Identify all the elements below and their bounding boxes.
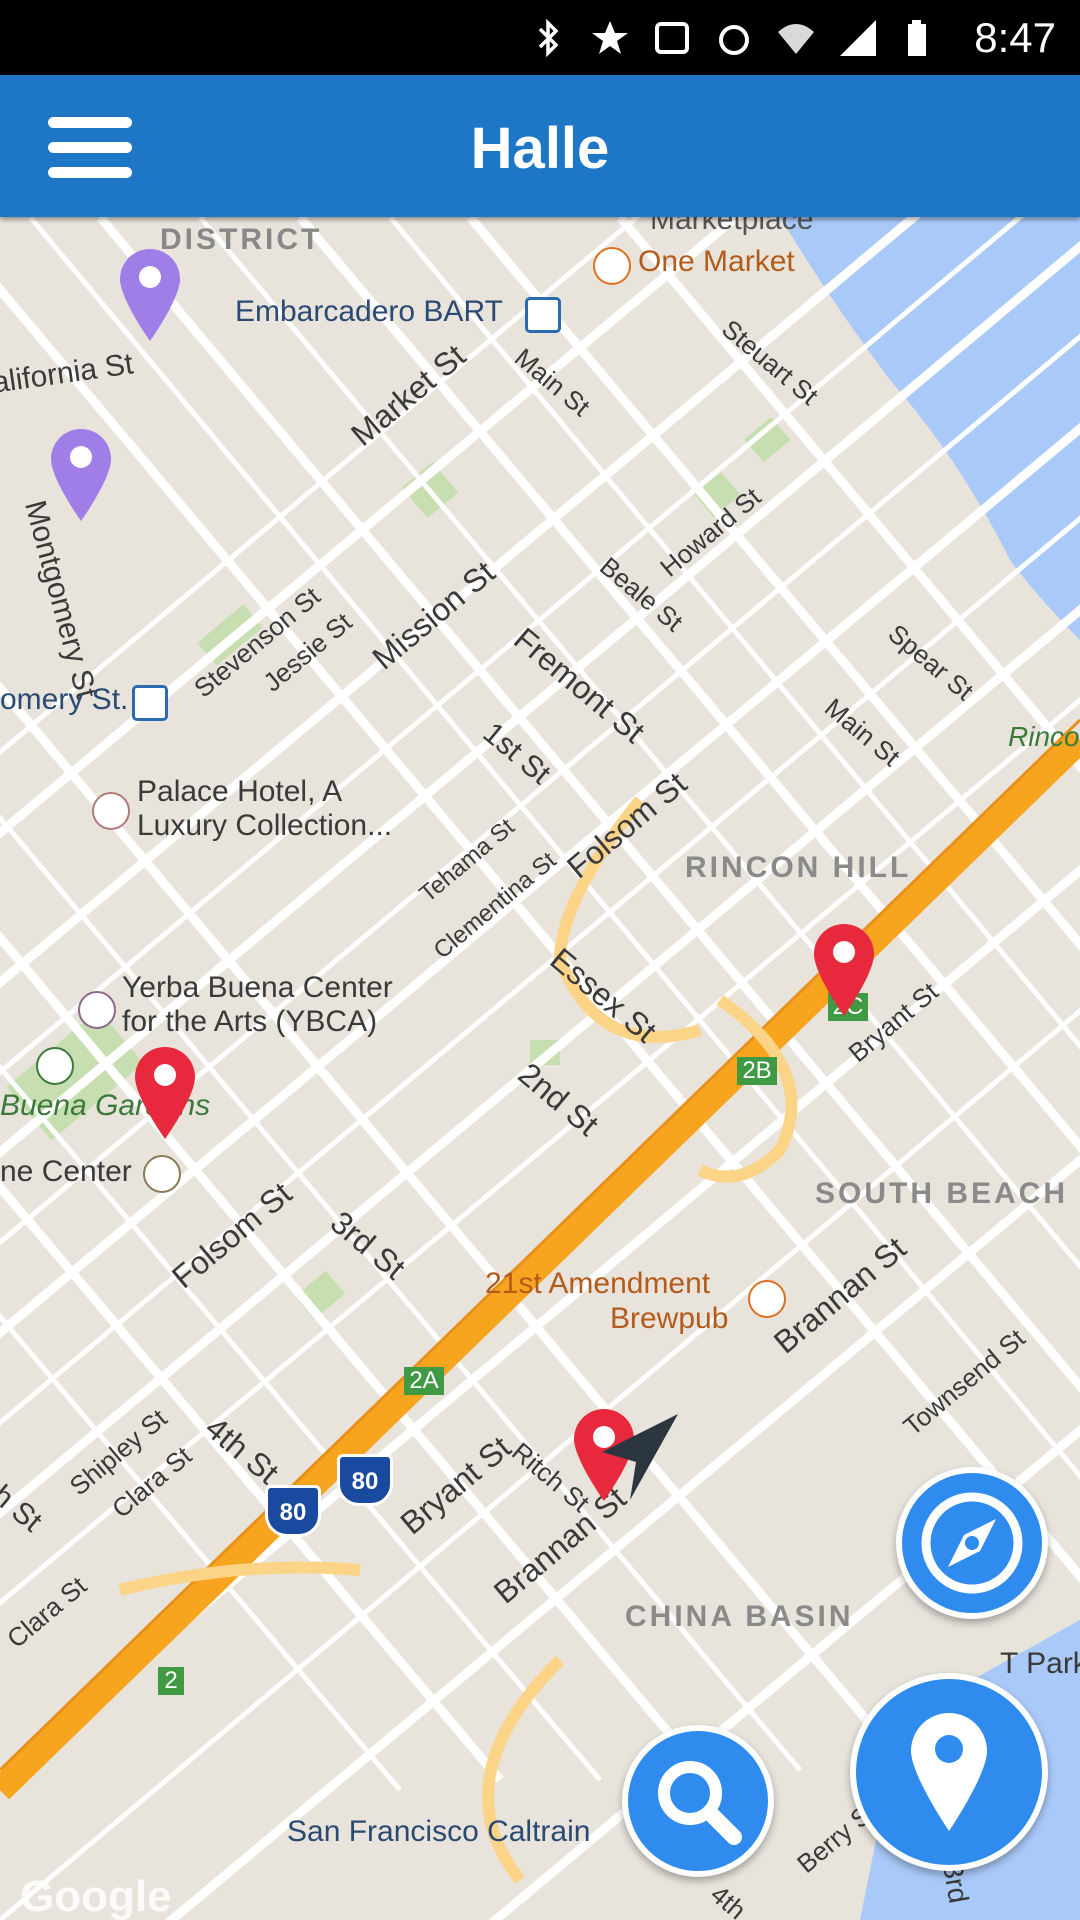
museum-icon (78, 991, 116, 1029)
restaurant-icon (748, 1280, 786, 1318)
search-icon (658, 1761, 742, 1845)
map-label-china-basin: CHINA BASIN (625, 1600, 854, 1633)
map-label-21st-amendment-1: 21st Amendment (485, 1267, 711, 1300)
transit-icon (525, 297, 561, 333)
google-logo: Google (20, 1872, 172, 1920)
landmark-icon (143, 1155, 181, 1193)
map-pin-purple[interactable] (49, 427, 113, 523)
map-label-south-beach: SOUTH BEACH (815, 1177, 1069, 1210)
status-time: 8:47 (974, 14, 1056, 61)
transit-icon (132, 685, 168, 721)
map-label-rincon: Rinco (1008, 721, 1080, 752)
map-label-ybca-1: Yerba Buena Center (122, 971, 393, 1004)
wifi-icon (776, 18, 816, 58)
map-label-embarcadero-bart: Embarcadero BART (235, 295, 503, 328)
map-label-marketplace: Marketplace (650, 217, 814, 236)
freeway-i80 (0, 730, 1080, 1800)
i80-shield: 80 (265, 1485, 321, 1537)
signal-icon (838, 18, 878, 58)
map-label-21st-amendment-2: Brewpub (610, 1302, 729, 1335)
map-label-district: DISTRICT (160, 223, 323, 256)
tree-icon (36, 1047, 74, 1085)
map-view[interactable]: DISTRICT Marketplace One Market Embarcad… (0, 217, 1080, 1920)
app-bar: Halle (0, 75, 1080, 217)
app-title: Halle (470, 116, 610, 181)
map-label-palace-hotel-1: Palace Hotel, A (137, 775, 343, 808)
map-pin-purple[interactable] (118, 247, 182, 343)
i80-shield: 80 (337, 1454, 393, 1506)
map-label-montgomery-station: omery St. (0, 683, 129, 716)
add-marker-button[interactable] (850, 1673, 1048, 1871)
exit-badge-2a: 2A (404, 1367, 444, 1395)
hotel-icon (92, 792, 130, 830)
status-icons (528, 14, 940, 62)
freeway-ramps (482, 796, 798, 1884)
compass-button[interactable] (896, 1467, 1048, 1619)
alarm-icon (714, 18, 754, 58)
compass-icon (921, 1492, 1023, 1594)
battery-icon (900, 18, 940, 58)
exit-badge-2b: 2B (737, 1057, 777, 1085)
restaurant-icon (593, 247, 631, 285)
map-label-palace-hotel-2: Luxury Collection... (137, 809, 393, 842)
map-label-park: T Park (1000, 1647, 1080, 1680)
search-button[interactable] (622, 1725, 774, 1877)
map-pin-icon (911, 1713, 987, 1831)
navigation-arrow-icon (602, 1414, 678, 1500)
bluetooth-icon (528, 18, 568, 58)
map-label-one-market: One Market (638, 245, 795, 278)
map-label-sf-caltrain: San Francisco Caltrain (287, 1815, 591, 1848)
map-pin-red[interactable] (812, 922, 876, 1018)
map-label-moscone-center: ne Center (0, 1155, 132, 1188)
status-bar: 8:47 (0, 0, 1080, 75)
map-pin-red[interactable] (133, 1045, 197, 1141)
nfc-icon (652, 18, 692, 58)
map-label-ybca-2: for the Arts (YBCA) (122, 1005, 378, 1038)
star-icon (590, 18, 630, 58)
exit-badge-2: 2 (158, 1667, 184, 1695)
map-label-rincon-hill: RINCON HILL (685, 851, 912, 884)
